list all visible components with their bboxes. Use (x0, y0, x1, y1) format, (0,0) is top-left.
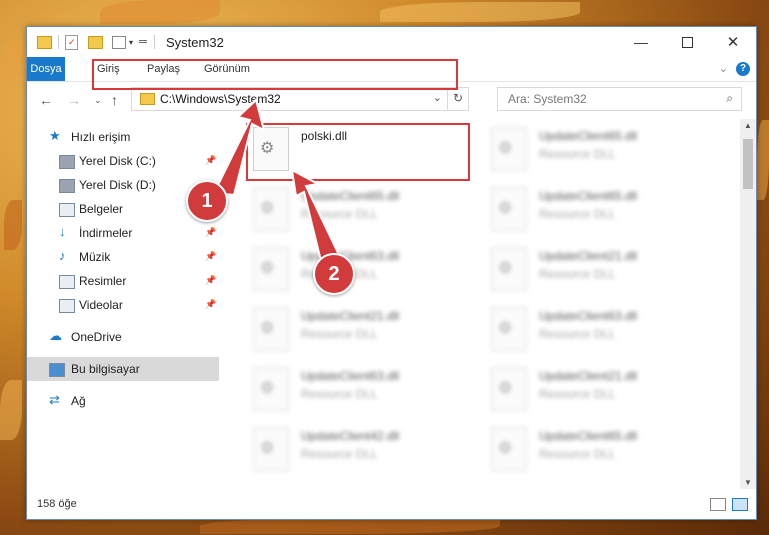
step-1-badge: 1 (186, 180, 228, 222)
arrow-1 (212, 98, 266, 197)
arrow-2 (290, 168, 342, 267)
callout-arrows (212, 98, 342, 267)
step-2-badge: 2 (313, 253, 355, 295)
